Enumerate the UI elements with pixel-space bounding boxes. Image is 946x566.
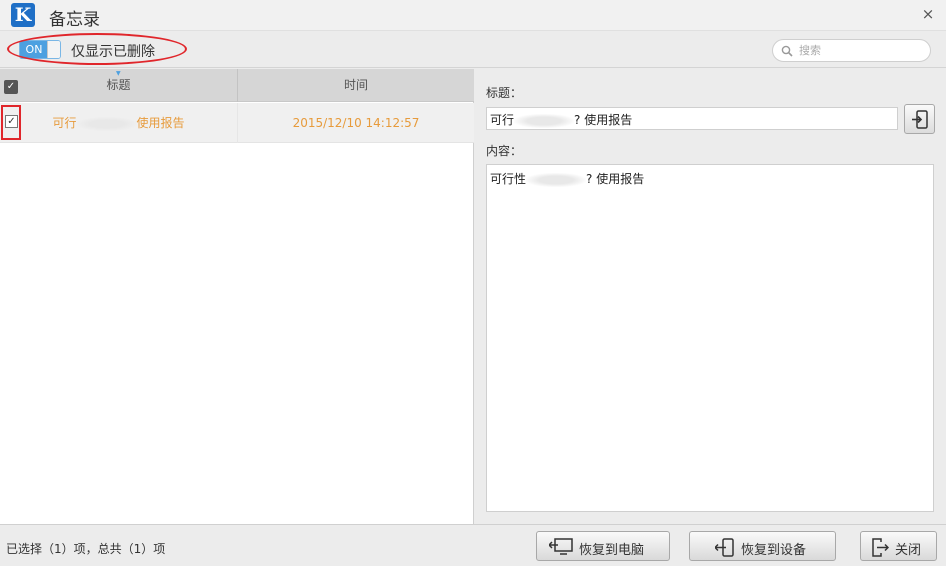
redacted-blur: [76, 116, 137, 131]
phone-icon: [715, 538, 734, 557]
row-checkbox[interactable]: ✓: [5, 115, 18, 128]
title-field-prefix: 可行: [490, 113, 515, 127]
memo-list: ✓ 标题 ▼ 时间 可行 使用报告 2015/12/10 14:12:57 ✓: [0, 69, 474, 524]
redacted-blur: [526, 172, 587, 187]
column-header-time[interactable]: 时间: [237, 69, 474, 102]
restore-to-device-button[interactable]: 恢复到设备: [689, 531, 836, 561]
row-time-cell: 2015/12/10 14:12:57: [237, 103, 474, 143]
content-label: 内容：: [486, 144, 523, 158]
toggle-state: ON: [20, 41, 48, 58]
close-button[interactable]: 关闭: [860, 531, 937, 561]
row-title-suffix: 使用报告: [136, 116, 185, 130]
title-field[interactable]: 可行 ? 使用报告: [486, 107, 898, 130]
close-label: 关闭: [895, 543, 922, 558]
export-to-device-button[interactable]: [904, 104, 935, 134]
table-row[interactable]: 可行 使用报告 2015/12/10 14:12:57 ✓: [0, 103, 474, 143]
row-title-prefix: 可行: [52, 116, 77, 130]
content-textarea[interactable]: 可行性 ? 使用报告: [486, 164, 934, 512]
title-field-suffix: ? 使用报告: [574, 113, 633, 127]
list-header: ✓ 标题 ▼ 时间: [0, 69, 474, 102]
app-logo-icon: K: [11, 3, 35, 27]
computer-icon: [549, 538, 573, 555]
sort-indicator-icon: ▼: [116, 70, 121, 77]
memo-detail: 标题： 可行 ? 使用报告 内容： 可行性 ? 使用报告: [475, 69, 946, 524]
restore-to-pc-label: 恢复到电脑: [579, 543, 645, 558]
export-to-device-icon: [912, 110, 928, 129]
show-deleted-label: 仅显示已删除: [71, 44, 155, 60]
redacted-blur: [514, 113, 575, 128]
search-input[interactable]: [799, 42, 923, 59]
status-bar: 已选择（1）项，总共（1）项 恢复到电脑 恢复到设备 关闭: [0, 524, 946, 566]
restore-to-pc-button[interactable]: 恢复到电脑: [536, 531, 670, 561]
search-icon: [781, 45, 793, 57]
selection-status: 已选择（1）项，总共（1）项: [6, 542, 166, 556]
close-window-icon[interactable]: ×: [920, 6, 936, 22]
title-bar: K 备忘录 ×: [0, 0, 946, 31]
content-suffix: ? 使用报告: [586, 172, 645, 186]
window-title: 备忘录: [49, 10, 100, 30]
restore-to-device-label: 恢复到设备: [741, 543, 807, 558]
content-prefix: 可行性: [490, 172, 527, 186]
toolbar: ON 仅显示已删除: [0, 31, 946, 68]
row-title-cell: 可行 使用报告: [0, 103, 237, 143]
exit-icon: [872, 538, 889, 557]
show-deleted-toggle[interactable]: ON: [19, 40, 61, 59]
toggle-knob: [47, 41, 60, 58]
title-label: 标题：: [486, 86, 523, 100]
search-box[interactable]: [772, 39, 931, 62]
